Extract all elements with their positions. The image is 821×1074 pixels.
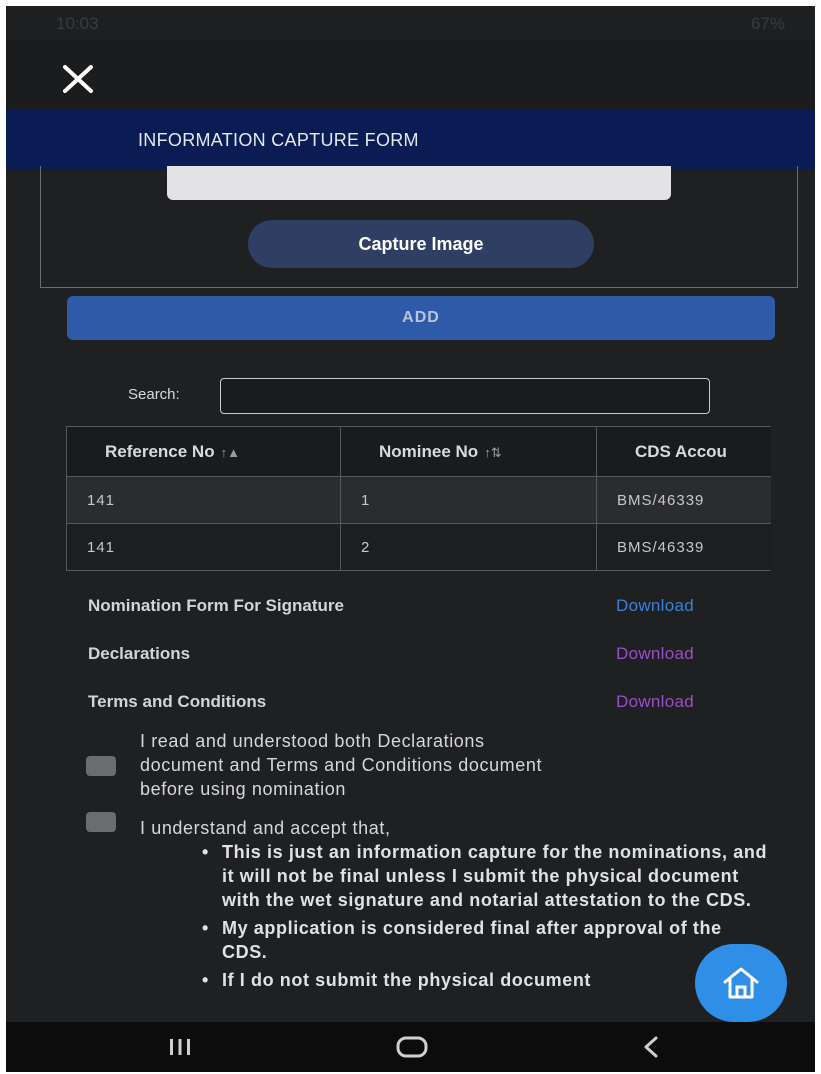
accept-terms-checkbox[interactable] — [86, 812, 116, 832]
header-label: CDS Accou — [635, 441, 727, 461]
download-declarations-link[interactable]: Download — [616, 644, 694, 664]
header-label: Nominee No — [379, 441, 479, 461]
cell-reference-no: 141 — [66, 523, 341, 571]
cell-cds-account: BMS/46339 — [596, 523, 771, 571]
home-icon — [723, 967, 759, 999]
back-icon[interactable] — [632, 1034, 672, 1060]
download-terms-link[interactable]: Download — [616, 692, 694, 712]
form-title: INFORMATION CAPTURE FORM — [138, 130, 419, 150]
status-battery: 67% — [750, 14, 785, 33]
home-nav-icon[interactable] — [392, 1034, 432, 1060]
agree-declarations-checkbox[interactable] — [86, 756, 116, 776]
form-header: INFORMATION CAPTURE FORM — [6, 110, 815, 170]
agree-declarations-text: I read and understood both Declarations … — [140, 729, 780, 801]
accept-terms-list: This is just an information capture for … — [200, 840, 770, 996]
table-row[interactable]: 141 1 BMS/46339 — [66, 476, 771, 524]
list-item: If I do not submit the physical document — [200, 968, 770, 992]
accept-terms-intro: I understand and accept that, — [140, 818, 391, 838]
close-icon[interactable] — [58, 58, 98, 98]
image-preview — [167, 166, 671, 200]
header-reference-no[interactable]: Reference No ↑▲ — [66, 426, 341, 477]
cell-nominee-no: 1 — [340, 476, 597, 524]
recent-apps-icon[interactable] — [160, 1034, 200, 1060]
capture-section: Capture Image — [40, 166, 798, 288]
cell-reference-no: 141 — [66, 476, 341, 524]
sort-icon[interactable]: ↑▲ — [221, 445, 240, 460]
sort-icon[interactable]: ↑⇅ — [484, 445, 501, 460]
add-button[interactable]: ADD — [67, 296, 775, 340]
search-input[interactable] — [220, 378, 710, 414]
search-label: Search: — [128, 386, 180, 403]
list-item: My application is considered final after… — [200, 916, 770, 964]
table-row[interactable]: 141 2 BMS/46339 — [66, 523, 771, 571]
list-item: This is just an information capture for … — [200, 840, 770, 912]
home-floating-button[interactable] — [695, 944, 787, 1022]
nominee-table: Reference No ↑▲ Nominee No ↑⇅ CDS Accou 14… — [66, 426, 771, 576]
system-nav-bar — [6, 1022, 815, 1072]
doc-label-nomination-form: Nomination Form For Signature — [88, 596, 344, 615]
header-nominee-no[interactable]: Nominee No ↑⇅ — [340, 426, 597, 477]
cell-nominee-no: 2 — [340, 523, 597, 571]
agree-line: before using nomination — [140, 779, 346, 799]
download-nomination-form-link[interactable]: Download — [616, 596, 694, 616]
top-bar — [6, 40, 815, 110]
status-time: 10:03 — [56, 14, 99, 33]
capture-image-button[interactable]: Capture Image — [248, 220, 594, 268]
header-cds-account[interactable]: CDS Accou — [596, 426, 771, 477]
form-content: Capture Image ADD Search: Reference No ↑▲… — [6, 166, 815, 1022]
cell-cds-account: BMS/46339 — [596, 476, 771, 524]
doc-label-declarations: Declarations — [88, 644, 191, 663]
agree-line: document and Terms and Conditions docume… — [140, 755, 543, 775]
agree-line: I read and understood both Declarations — [140, 731, 485, 751]
header-label: Reference No — [105, 441, 215, 461]
app-screen: 10:03 67% INFORMATION CAPTURE FORM Captu… — [6, 6, 815, 1072]
doc-label-terms: Terms and Conditions — [88, 692, 267, 711]
table-header-row: Reference No ↑▲ Nominee No ↑⇅ CDS Accou — [66, 426, 771, 477]
status-bar: 10:03 67% — [6, 6, 815, 40]
